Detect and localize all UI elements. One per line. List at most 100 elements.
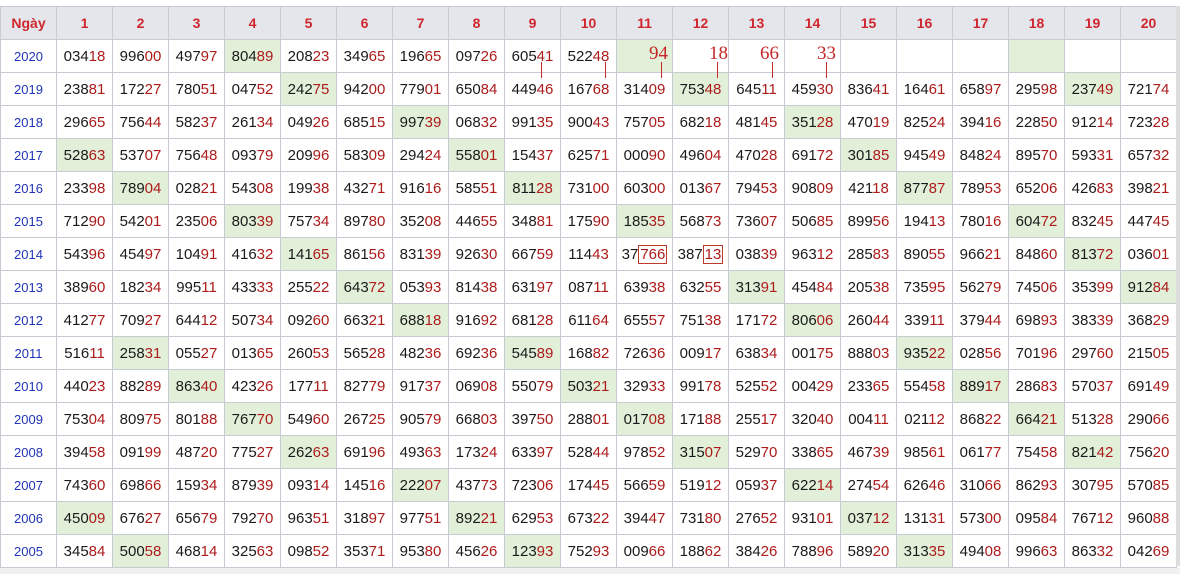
- year-row-2011: 2011 51611 25831 05527 01365 26053 56528 48236 6…: [0, 336, 1177, 370]
- result-cell: 18862: [672, 534, 729, 568]
- result-cell: 06177: [952, 435, 1009, 469]
- result-cell: 03601: [1120, 237, 1177, 271]
- result-cell: 42118: [840, 171, 897, 205]
- result-cell: 95380: [392, 534, 449, 568]
- result-cell: 12393: [504, 534, 561, 568]
- result-cell: 73595: [896, 270, 953, 304]
- year-row-2020: 2020 03418 99600 49797 80489 20823 34965 19665 0…: [0, 39, 1177, 73]
- result-cell: 06832: [448, 105, 505, 139]
- header-day-10: 10: [560, 6, 617, 40]
- result-cell: 35208: [392, 204, 449, 238]
- result-cell: 66321: [336, 303, 393, 337]
- result-cell: 69866: [112, 468, 169, 502]
- handwritten-line: [772, 62, 773, 78]
- year-label: 2007: [0, 468, 57, 502]
- result-cell: 52552: [728, 369, 785, 403]
- result-cell: 38426: [728, 534, 785, 568]
- result-cell: 65732: [1120, 138, 1177, 172]
- result-cell: 42683: [1064, 171, 1121, 205]
- handwritten-line: [661, 62, 662, 78]
- result-cell: 54308: [224, 171, 281, 205]
- handwritten-line: [826, 62, 827, 78]
- result-cell: 64372: [336, 270, 393, 304]
- year-row-2016: 2016 23398 78904 02821 54308 19938 43271 91616 5…: [0, 171, 1177, 205]
- result-cell: 31391: [728, 270, 785, 304]
- result-cell: 69893: [1008, 303, 1065, 337]
- result-cell: 90809: [784, 171, 841, 205]
- result-cell: 80975: [112, 402, 169, 436]
- result-cell: 44655: [448, 204, 505, 238]
- result-cell: 63197: [504, 270, 561, 304]
- result-cell: 20538: [840, 270, 897, 304]
- result-cell: 29598: [1008, 72, 1065, 106]
- result-cell: 16882: [560, 336, 617, 370]
- result-cell: 35371: [336, 534, 393, 568]
- result-cell: 04926: [280, 105, 337, 139]
- result-cell: 70196: [1008, 336, 1065, 370]
- result-cell: 74506: [1008, 270, 1065, 304]
- result-cell: 80606: [784, 303, 841, 337]
- year-row-2013: 2013 38960 18234 99511 43333 25522 64372 05393 8…: [0, 270, 1177, 304]
- result-cell: 90043: [560, 105, 617, 139]
- result-cell: 69149: [1120, 369, 1177, 403]
- result-cell: 73100: [560, 171, 617, 205]
- horizontal-scrollbar[interactable]: [0, 568, 1180, 574]
- handwritten-line: [605, 62, 606, 78]
- result-cell: 01367: [672, 171, 729, 205]
- result-cell: 41632: [224, 237, 281, 271]
- result-cell: 34584: [56, 534, 113, 568]
- lottery-results-table: Ngày 1 2 3 4 5 6 7 8 9 10 11 12 13 14 15 16 17 18 19 20 2020 0…: [0, 6, 1177, 568]
- result-cell: 55079: [504, 369, 561, 403]
- result-cell: 34965: [336, 39, 393, 73]
- year-row-2006: 2006 45009 67627 65679 79270 96351 31897 97751 8…: [0, 501, 1177, 535]
- result-cell: 09726: [448, 39, 505, 73]
- result-cell: 05393: [392, 270, 449, 304]
- result-cell: 25831: [112, 336, 169, 370]
- year-label: 2015: [0, 204, 57, 238]
- result-cell: 27454: [840, 468, 897, 502]
- result-cell: 32563: [224, 534, 281, 568]
- result-cell: 58920: [840, 534, 897, 568]
- result-cell: 31409: [616, 72, 673, 106]
- result-cell: 77901: [392, 72, 449, 106]
- result-cell: 96621: [952, 237, 1009, 271]
- result-cell: 99135: [504, 105, 561, 139]
- result-cell: 25522: [280, 270, 337, 304]
- result-cell: 29066: [1120, 402, 1177, 436]
- result-cell: 00966: [616, 534, 673, 568]
- result-cell: 53707: [112, 138, 169, 172]
- result-cell: 15437: [504, 138, 561, 172]
- right-edge: [1176, 6, 1180, 566]
- result-cell: 70927: [112, 303, 169, 337]
- result-cell: 48720: [168, 435, 225, 469]
- result-cell: 68218: [672, 105, 729, 139]
- result-cell: 44745: [1120, 204, 1177, 238]
- result-cell: 75734: [280, 204, 337, 238]
- result-cell: 80339: [224, 204, 281, 238]
- result-cell: 96088: [1120, 501, 1177, 535]
- result-cell: 39447: [616, 501, 673, 535]
- handwritten-note-94: 94: [649, 43, 668, 64]
- result-cell: 45497: [112, 237, 169, 271]
- result-cell: 17711: [280, 369, 337, 403]
- result-cell: 00429: [784, 369, 841, 403]
- result-cell: 62953: [504, 501, 561, 535]
- year-row-2017: 2017 52863 53707 75648 09379 20996 58309 29424 5…: [0, 138, 1177, 172]
- result-cell: 74360: [56, 468, 113, 502]
- result-cell: 387 13: [672, 237, 729, 271]
- result-cell: 01708: [616, 402, 673, 436]
- result-cell: 33865: [784, 435, 841, 469]
- result-cell: 49797: [168, 39, 225, 73]
- result-cell: 61164: [560, 303, 617, 337]
- result-cell: 58309: [336, 138, 393, 172]
- result-cell: 43271: [336, 171, 393, 205]
- result-cell: 99663: [1008, 534, 1065, 568]
- result-cell: 00175: [784, 336, 841, 370]
- result-cell: 75138: [672, 303, 729, 337]
- year-row-2008: 2008 39458 09199 48720 77527 26263 69196 49363 1…: [0, 435, 1177, 469]
- header-day-1: 1: [56, 6, 113, 40]
- header-day-6: 6: [336, 6, 393, 40]
- year-label: 2008: [0, 435, 57, 469]
- result-cell: 96351: [280, 501, 337, 535]
- result-cell: 52844: [560, 435, 617, 469]
